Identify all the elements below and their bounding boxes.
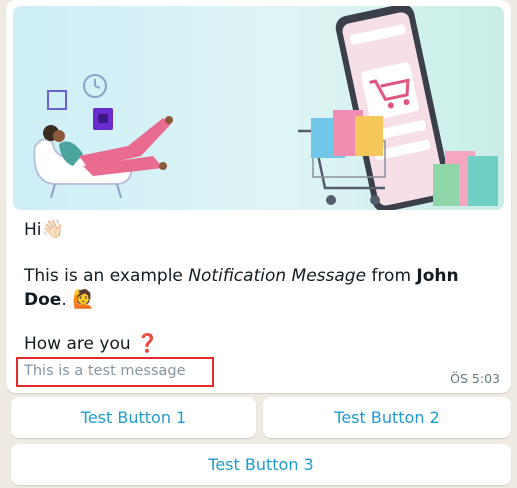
- body-italic-text: Notification Message: [188, 266, 367, 286]
- sender-name-end: Doe: [24, 290, 62, 310]
- banner-image: [13, 6, 504, 210]
- question-text: How are you: [24, 334, 131, 354]
- test-button-2[interactable]: Test Button 2: [263, 397, 511, 438]
- message-bubble: Hi👋🏻 This is an example Notification Mes…: [6, 0, 511, 393]
- waving-hand-icon: 👋🏻: [41, 219, 64, 240]
- footer-text: This is a test message: [16, 357, 214, 387]
- body-text-1: This is an example: [24, 266, 189, 286]
- body-text-2: from: [366, 266, 417, 286]
- message-timestamp: ÖS 5:03: [450, 371, 500, 386]
- test-button-1[interactable]: Test Button 1: [11, 397, 256, 438]
- greeting-text: Hi: [24, 220, 42, 240]
- test-button-3[interactable]: Test Button 3: [11, 444, 511, 485]
- body-text-end: .: [61, 290, 67, 310]
- question-line: How are you ❓: [24, 333, 158, 354]
- question-mark-icon: ❓: [136, 333, 159, 354]
- sender-name: John: [416, 266, 459, 286]
- person-raising-hand-icon: 🙋: [72, 289, 95, 310]
- greeting-line: Hi👋🏻: [24, 219, 64, 240]
- message-body: This is an example Notification Message …: [24, 265, 459, 312]
